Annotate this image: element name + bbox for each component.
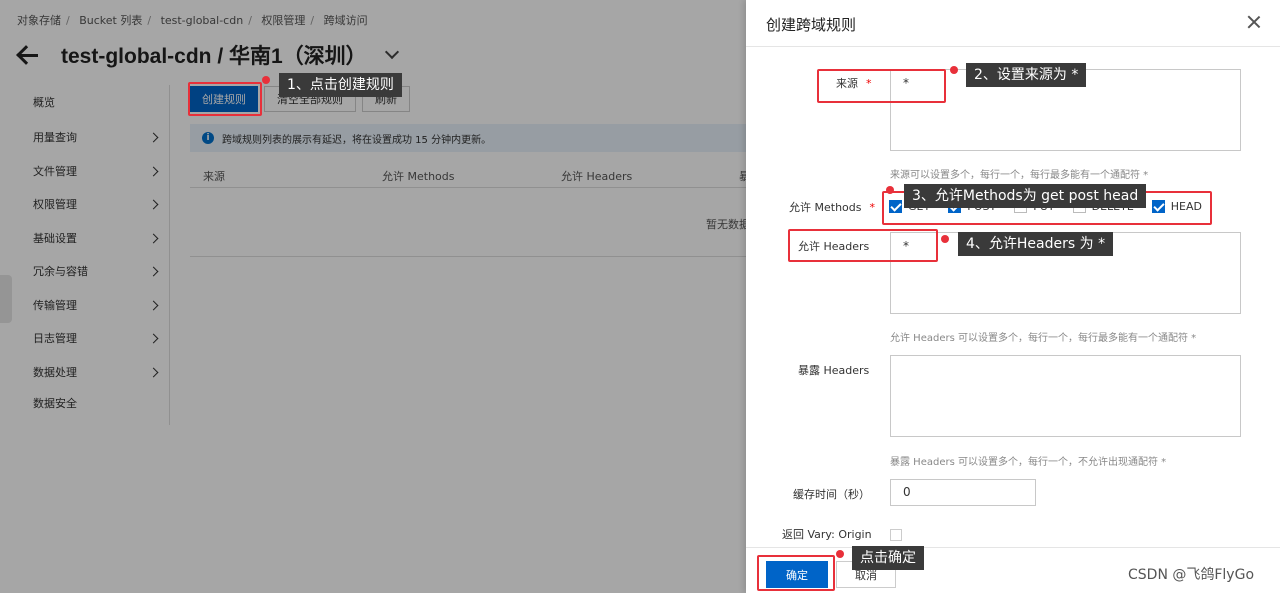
annotation-dot bbox=[262, 76, 270, 84]
annotation-box bbox=[788, 229, 938, 262]
annotation-step2: 2、设置来源为 * bbox=[966, 63, 1087, 87]
annotation-step4: 4、允许Headers 为 * bbox=[958, 232, 1114, 256]
origin-hint: 来源可以设置多个，每行一个，每行最多能有一个通配符 * bbox=[890, 170, 1149, 181]
allow-headers-hint: 允许 Headers 可以设置多个，每行一个，每行最多能有一个通配符 * bbox=[890, 333, 1197, 344]
methods-label: 允许 Methods * bbox=[789, 201, 875, 214]
annotation-dot bbox=[886, 186, 894, 194]
annotation-dot bbox=[950, 66, 958, 74]
annotation-dot bbox=[941, 235, 949, 243]
annotation-step3: 3、允许Methods为 get post head bbox=[904, 184, 1147, 208]
vary-origin-label: 返回 Vary: Origin bbox=[782, 528, 872, 541]
drawer-title: 创建跨域规则 bbox=[766, 16, 857, 34]
divider bbox=[746, 547, 1280, 548]
annotation-box bbox=[757, 555, 835, 591]
annotation-step1: 1、点击创建规则 bbox=[279, 73, 402, 97]
annotation-box bbox=[188, 82, 262, 116]
vary-origin-checkbox[interactable] bbox=[890, 529, 902, 541]
expose-headers-hint: 暴露 Headers 可以设置多个，每行一个，不允许出现通配符 * bbox=[890, 457, 1167, 468]
cache-time-label: 缓存时间（秒） bbox=[793, 488, 870, 501]
annotation-box bbox=[817, 69, 946, 103]
drawer-header: 创建跨域规则 bbox=[746, 0, 1280, 47]
annotation-dot bbox=[836, 550, 844, 558]
close-icon[interactable] bbox=[1246, 14, 1262, 30]
annotation-step5: 点击确定 bbox=[852, 546, 924, 570]
cache-time-input[interactable]: 0 bbox=[890, 479, 1036, 506]
watermark: CSDN @飞鸽FlyGo bbox=[1128, 567, 1255, 583]
expose-headers-label: 暴露 Headers bbox=[798, 364, 870, 377]
expose-headers-textarea[interactable] bbox=[890, 355, 1241, 437]
